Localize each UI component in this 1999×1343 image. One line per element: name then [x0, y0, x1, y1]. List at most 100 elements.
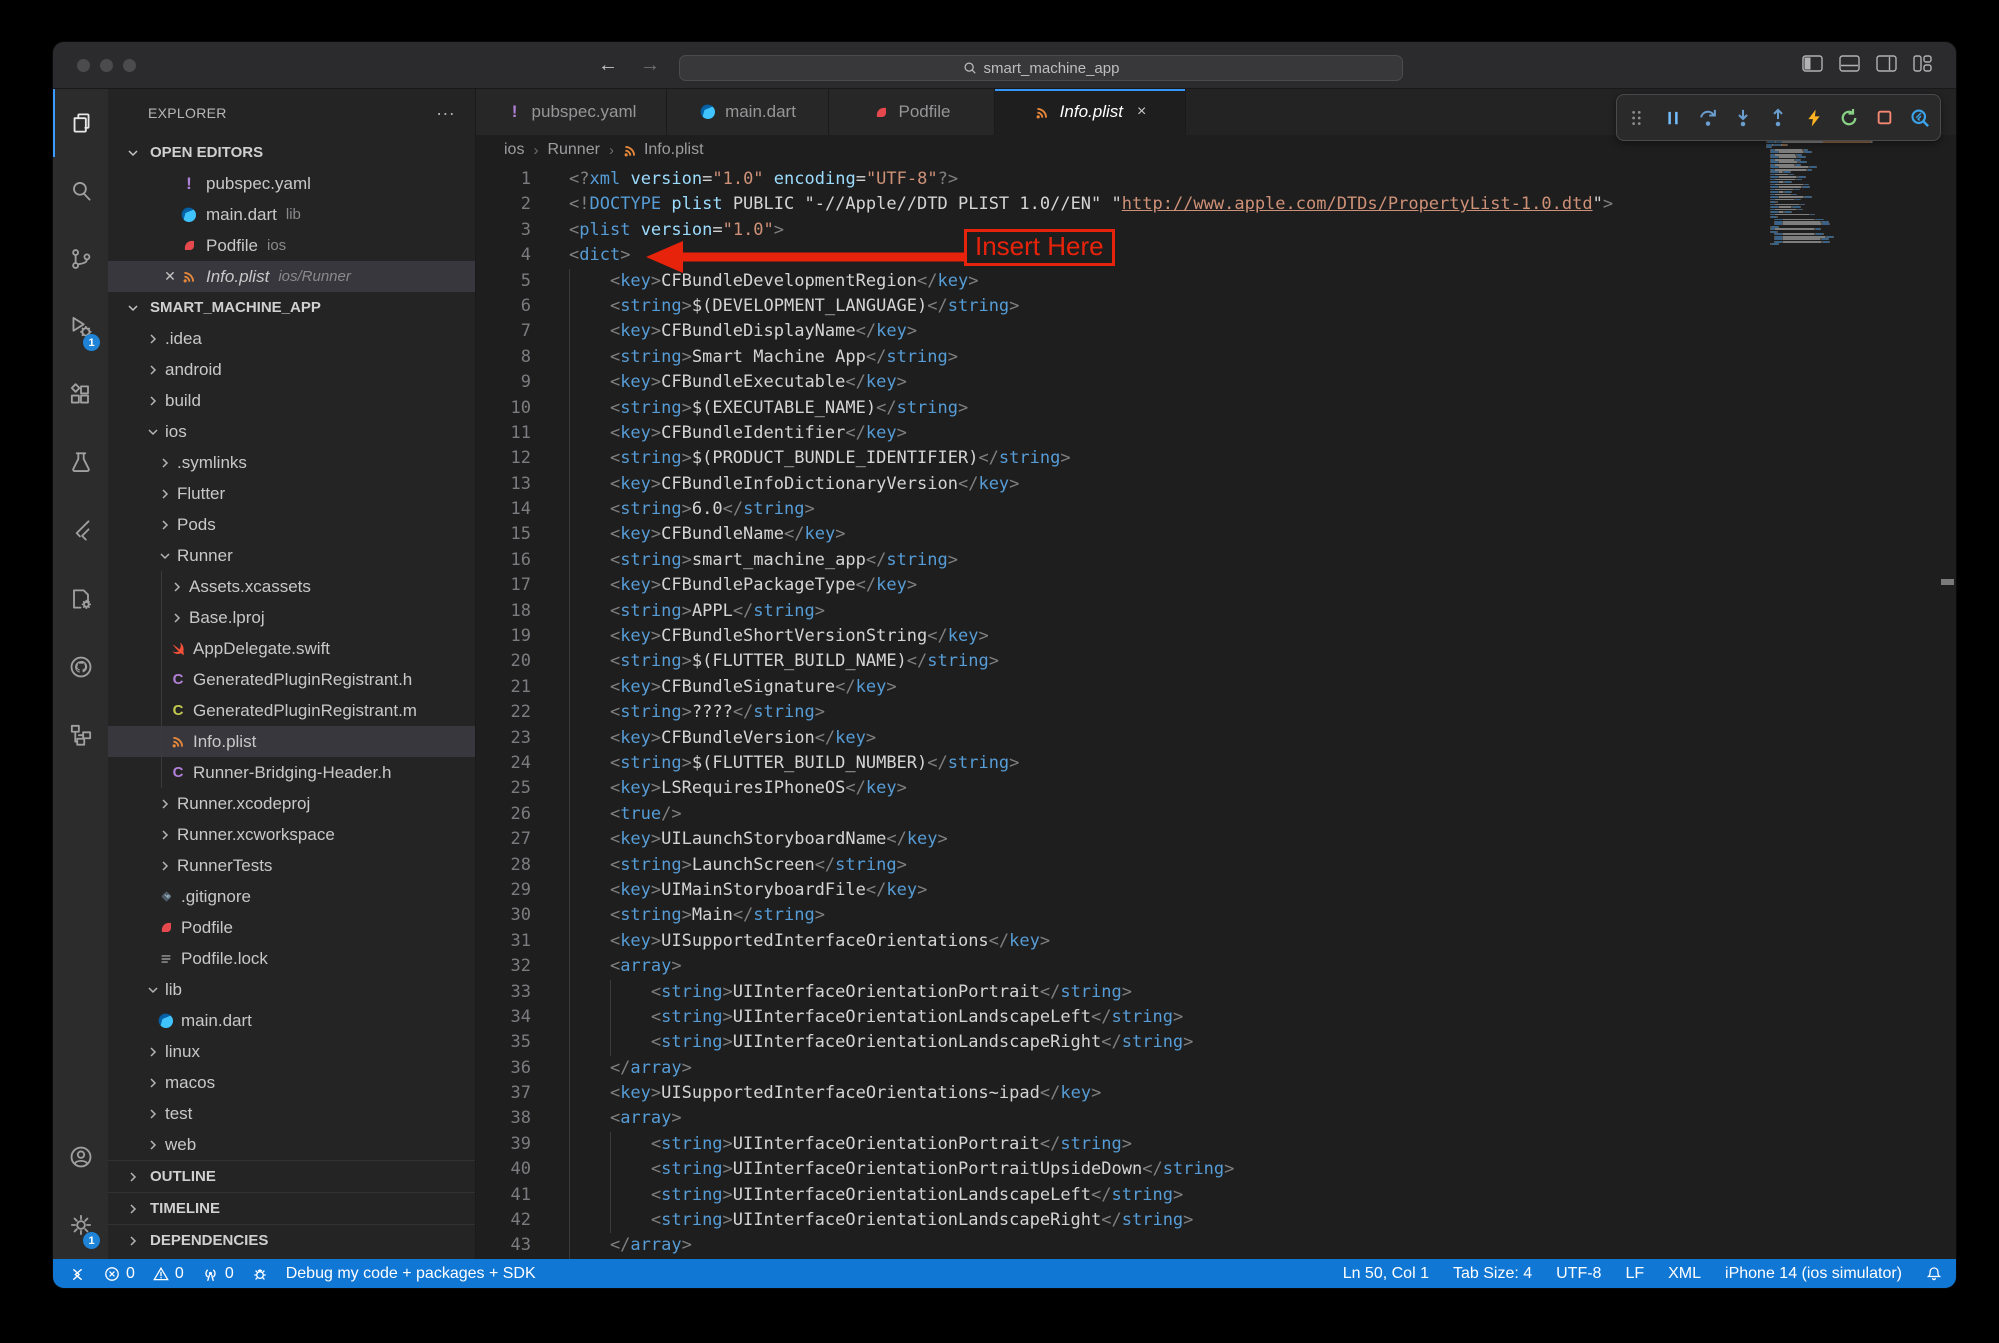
- breadcrumb-Info.plist[interactable]: Info.plist: [623, 141, 704, 159]
- breadcrumb-ios[interactable]: ios: [504, 141, 524, 159]
- line-number[interactable]: 19: [476, 624, 531, 649]
- cursor-position[interactable]: Ln 50, Col 1: [1343, 1259, 1429, 1288]
- tree-item-Runner-Bridging-Header.h[interactable]: CRunner-Bridging-Header.h: [108, 757, 475, 788]
- close-icon[interactable]: ×: [1137, 103, 1146, 121]
- open-editor-item[interactable]: ✕!pubspec.yaml: [108, 168, 475, 199]
- tree-item-Runner[interactable]: Runner: [108, 540, 475, 571]
- tree-item-main.dart[interactable]: main.dart: [108, 1005, 475, 1036]
- code-editor[interactable]: 1<?xml version="1.0" encoding="UTF-8"?>2…: [476, 165, 1956, 1259]
- line-number[interactable]: 11: [476, 421, 531, 446]
- activity-item-accounts[interactable]: [53, 1123, 108, 1191]
- line-number[interactable]: 24: [476, 751, 531, 776]
- step-out-icon[interactable]: [1763, 103, 1793, 133]
- code-line[interactable]: 42<string>UIInterfaceOrientationLandscap…: [476, 1208, 1956, 1233]
- line-number[interactable]: 13: [476, 472, 531, 497]
- zoom-window-button[interactable]: [123, 59, 136, 72]
- code-line[interactable]: 22<string>????</string>: [476, 700, 1956, 725]
- code-line[interactable]: 43</array>: [476, 1233, 1956, 1258]
- line-number[interactable]: 34: [476, 1005, 531, 1030]
- back-icon[interactable]: ←: [598, 54, 618, 77]
- flutter-device[interactable]: iPhone 14 (ios simulator): [1725, 1259, 1902, 1288]
- section-dependencies[interactable]: DEPENDENCIES: [108, 1224, 475, 1256]
- code-line[interactable]: 36</array>: [476, 1056, 1956, 1081]
- restart-icon[interactable]: [1834, 103, 1864, 133]
- line-number[interactable]: 8: [476, 345, 531, 370]
- code-line[interactable]: 15<key>CFBundleName</key>: [476, 522, 1956, 547]
- code-line[interactable]: 14<string>6.0</string>: [476, 497, 1956, 522]
- line-number[interactable]: 39: [476, 1132, 531, 1157]
- line-number[interactable]: 30: [476, 903, 531, 928]
- language-mode[interactable]: XML: [1668, 1259, 1701, 1288]
- activity-item-explorer[interactable]: [53, 89, 108, 157]
- tree-item-Flutter[interactable]: Flutter: [108, 478, 475, 509]
- code-line[interactable]: 34<string>UIInterfaceOrientationLandscap…: [476, 1005, 1956, 1030]
- remote-indicator[interactable]: [69, 1259, 86, 1288]
- code-line[interactable]: 20<string>$(FLUTTER_BUILD_NAME)</string>: [476, 649, 1956, 674]
- code-line[interactable]: 18<string>APPL</string>: [476, 599, 1956, 624]
- line-number[interactable]: 23: [476, 726, 531, 751]
- project-section-header[interactable]: SMART_MACHINE_APP: [108, 292, 475, 323]
- toggle-primary-sidebar-icon[interactable]: [1802, 55, 1823, 72]
- breadcrumb-Runner[interactable]: Runner: [547, 141, 599, 159]
- code-line[interactable]: 24<string>$(FLUTTER_BUILD_NUMBER)</strin…: [476, 751, 1956, 776]
- tree-item-macos[interactable]: macos: [108, 1067, 475, 1098]
- line-number[interactable]: 37: [476, 1081, 531, 1106]
- line-number[interactable]: 33: [476, 980, 531, 1005]
- customize-layout-icon[interactable]: [1913, 55, 1932, 72]
- code-line[interactable]: 27<key>UILaunchStoryboardName</key>: [476, 827, 1956, 852]
- tab-main.dart[interactable]: main.dart: [667, 89, 829, 135]
- tree-item-lib[interactable]: lib: [108, 974, 475, 1005]
- forward-icon[interactable]: →: [640, 54, 660, 77]
- code-line[interactable]: 9<key>CFBundleExecutable</key>: [476, 370, 1956, 395]
- command-center-search[interactable]: smart_machine_app: [679, 55, 1403, 81]
- code-line[interactable]: 8<string>Smart Machine App</string>: [476, 345, 1956, 370]
- line-number[interactable]: 6: [476, 294, 531, 319]
- code-line[interactable]: 38<array>: [476, 1106, 1956, 1131]
- line-number[interactable]: 1: [476, 167, 531, 192]
- tree-item-Runner.xcodeproj[interactable]: Runner.xcodeproj: [108, 788, 475, 819]
- tree-item-Info.plist[interactable]: Info.plist: [108, 726, 475, 757]
- activity-item-file-settings[interactable]: [53, 565, 108, 633]
- code-line[interactable]: 19<key>CFBundleShortVersionString</key>: [476, 624, 1956, 649]
- code-line[interactable]: 39<string>UIInterfaceOrientationPortrait…: [476, 1132, 1956, 1157]
- encoding[interactable]: UTF-8: [1556, 1259, 1601, 1288]
- line-number[interactable]: 10: [476, 396, 531, 421]
- code-line[interactable]: 33<string>UIInterfaceOrientationPortrait…: [476, 980, 1956, 1005]
- line-number[interactable]: 43: [476, 1233, 531, 1258]
- toggle-panel-icon[interactable]: [1839, 55, 1860, 72]
- code-line[interactable]: 2<!DOCTYPE plist PUBLIC "-//Apple//DTD P…: [476, 192, 1956, 217]
- devtools-icon[interactable]: [1905, 103, 1935, 133]
- line-number[interactable]: 5: [476, 269, 531, 294]
- code-line[interactable]: 7<key>CFBundleDisplayName</key>: [476, 319, 1956, 344]
- code-line[interactable]: 41<string>UIInterfaceOrientationLandscap…: [476, 1183, 1956, 1208]
- activity-item-flutter[interactable]: [53, 497, 108, 565]
- warnings-count[interactable]: 0: [153, 1259, 184, 1288]
- code-line[interactable]: 11<key>CFBundleIdentifier</key>: [476, 421, 1956, 446]
- tree-item-android[interactable]: android: [108, 354, 475, 385]
- activity-item-hierarchy[interactable]: [53, 701, 108, 769]
- tree-item-GeneratedPluginRegistrant.m[interactable]: CGeneratedPluginRegistrant.m: [108, 695, 475, 726]
- activity-item-github[interactable]: [53, 633, 108, 701]
- code-line[interactable]: 28<string>LaunchScreen</string>: [476, 853, 1956, 878]
- code-line[interactable]: 10<string>$(EXECUTABLE_NAME)</string>: [476, 396, 1956, 421]
- line-number[interactable]: 2: [476, 192, 531, 217]
- tree-item-Pods[interactable]: Pods: [108, 509, 475, 540]
- line-number[interactable]: 9: [476, 370, 531, 395]
- open-editor-item[interactable]: ✕Podfileios: [108, 230, 475, 261]
- stop-icon[interactable]: [1869, 103, 1899, 133]
- activity-item-source-control[interactable]: [53, 225, 108, 293]
- code-line[interactable]: 23<key>CFBundleVersion</key>: [476, 726, 1956, 751]
- tree-item-Base.lproj[interactable]: Base.lproj: [108, 602, 475, 633]
- tree-item-ios[interactable]: ios: [108, 416, 475, 447]
- hot-reload-icon[interactable]: [1799, 103, 1829, 133]
- tab-Podfile[interactable]: Podfile: [829, 89, 995, 135]
- code-line[interactable]: 12<string>$(PRODUCT_BUNDLE_IDENTIFIER)</…: [476, 446, 1956, 471]
- tree-item-Podfile.lock[interactable]: Podfile.lock: [108, 943, 475, 974]
- activity-item-extensions[interactable]: [53, 361, 108, 429]
- line-number[interactable]: 35: [476, 1030, 531, 1055]
- code-line[interactable]: 6<string>$(DEVELOPMENT_LANGUAGE)</string…: [476, 294, 1956, 319]
- line-number[interactable]: 7: [476, 319, 531, 344]
- eol-sequence[interactable]: LF: [1625, 1259, 1644, 1288]
- errors-count[interactable]: 0: [104, 1259, 135, 1288]
- line-number[interactable]: 16: [476, 548, 531, 573]
